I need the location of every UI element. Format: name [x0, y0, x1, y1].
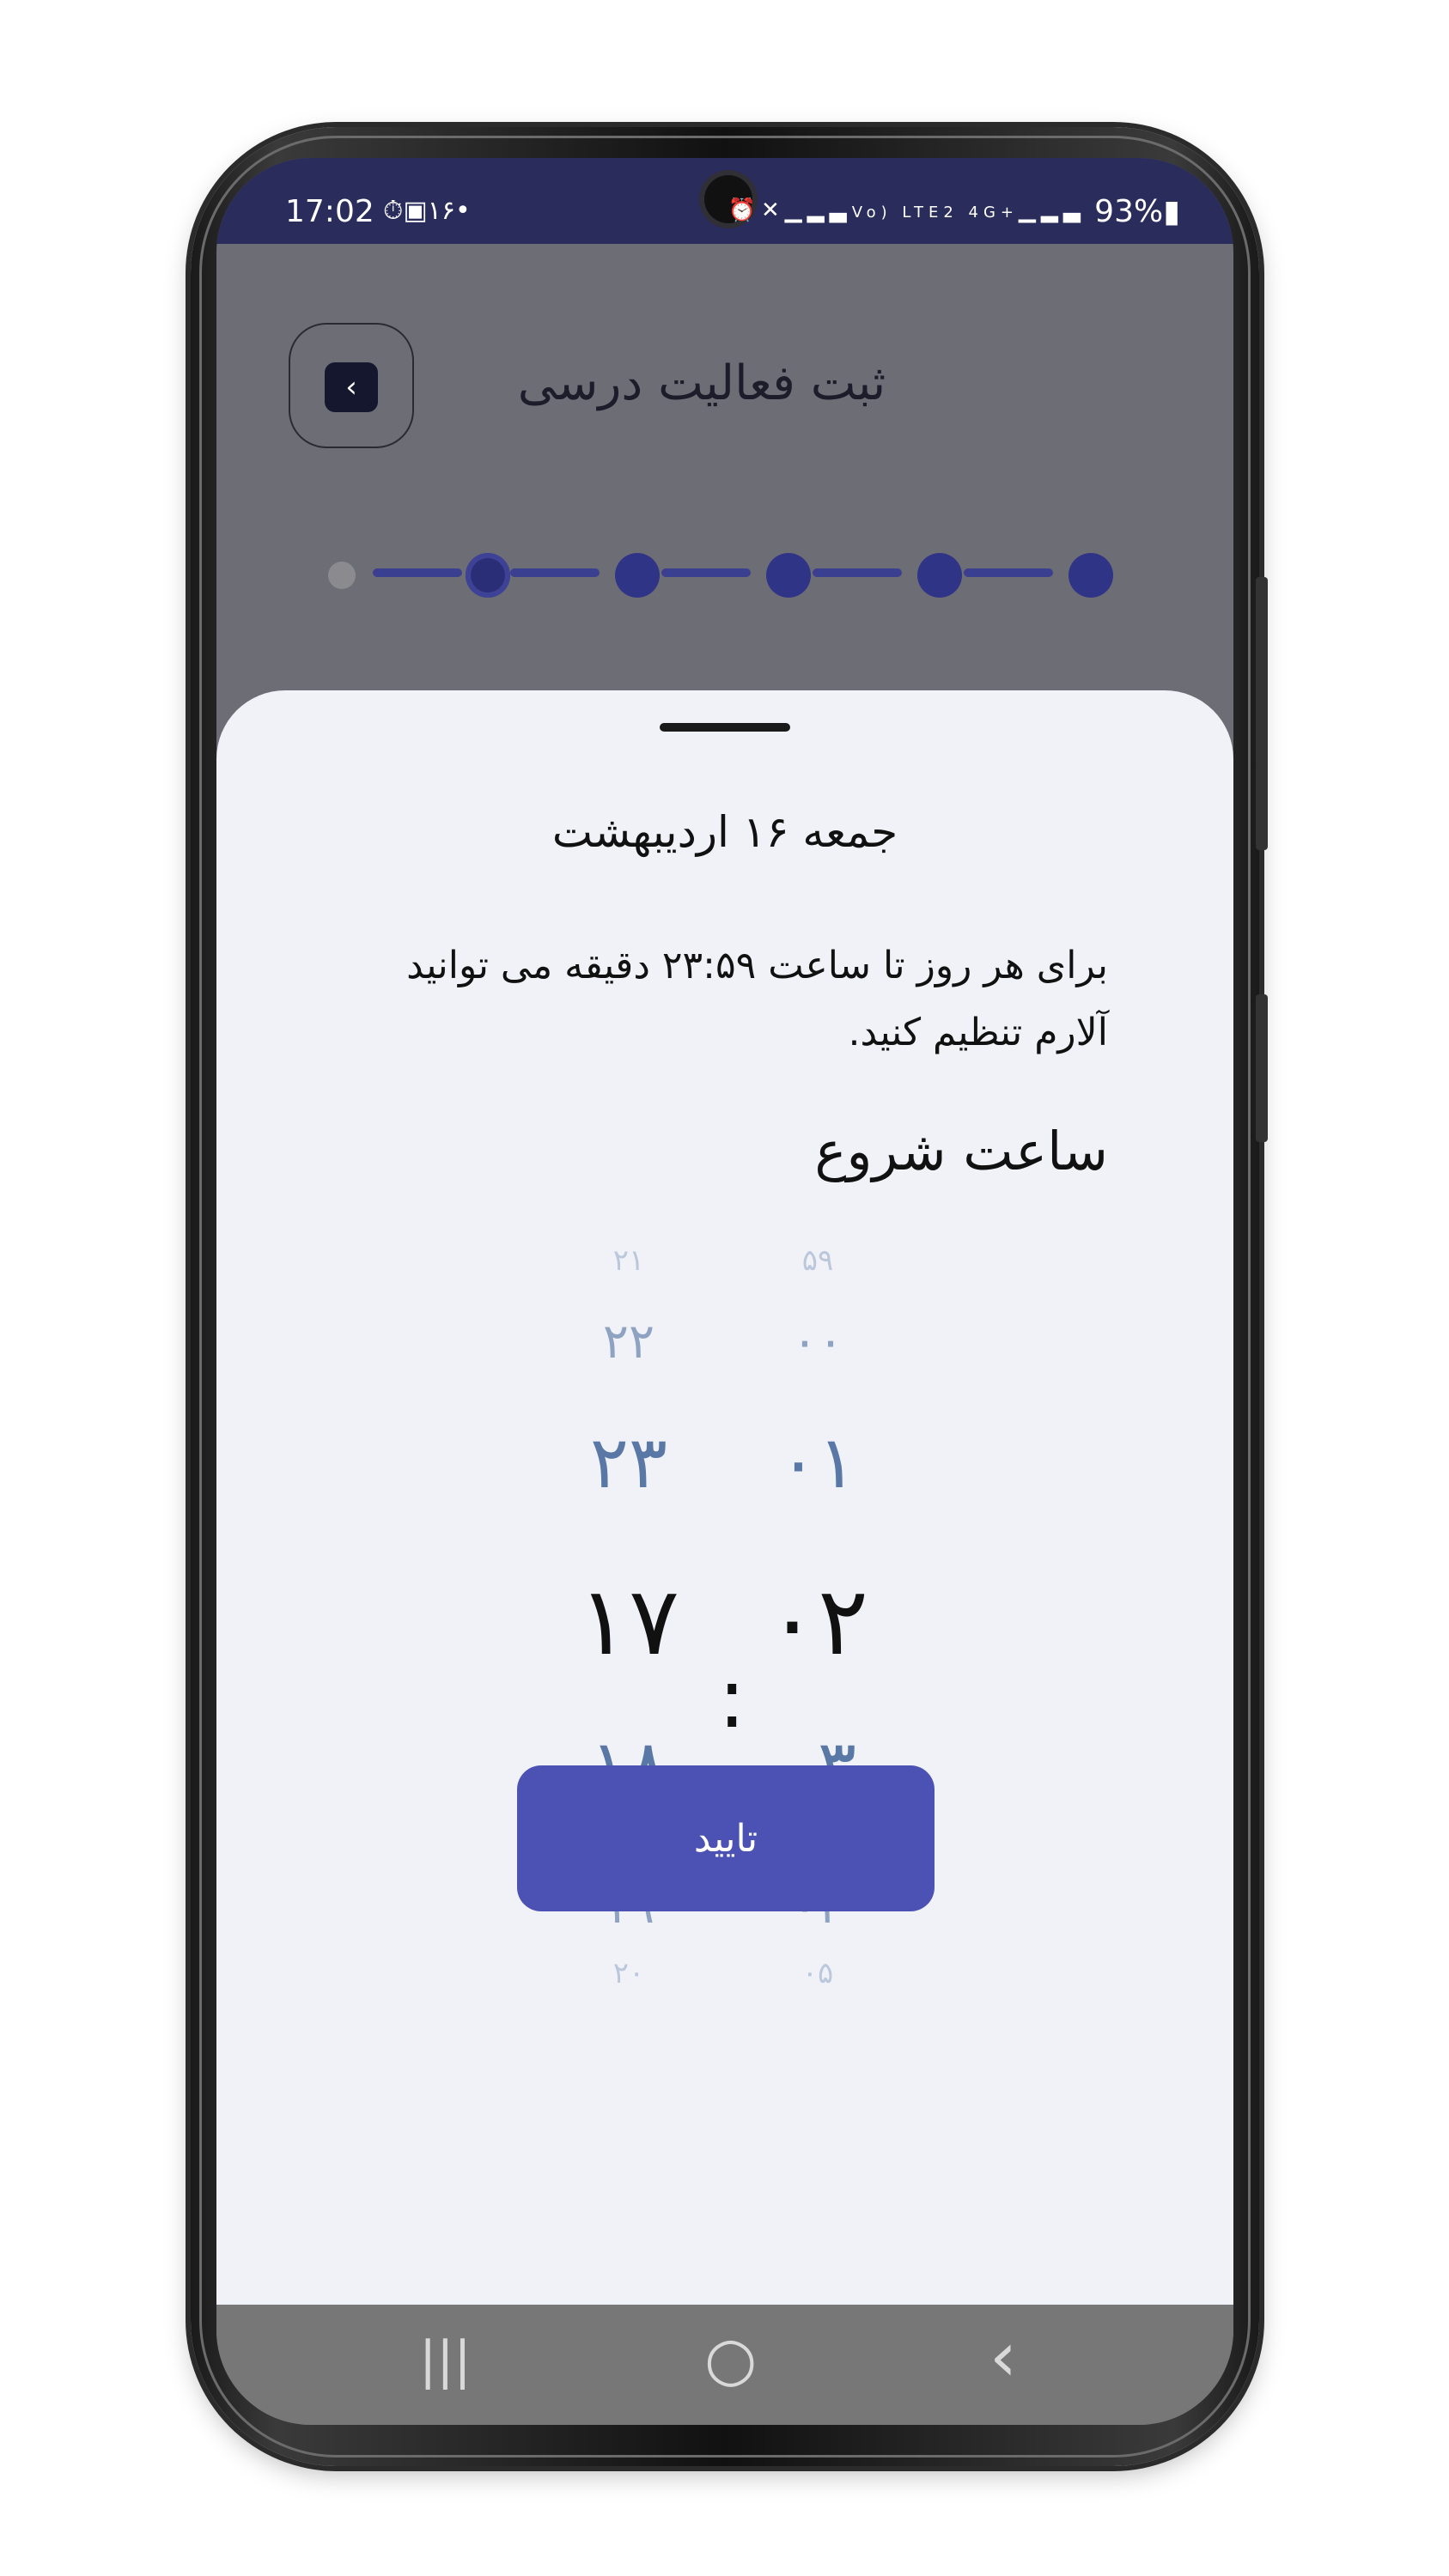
step-dot	[917, 553, 962, 598]
step-line	[813, 568, 902, 577]
battery-percent: 93%	[1094, 194, 1164, 229]
confirm-button[interactable]: تایید	[517, 1765, 935, 1911]
alarm-icon: ⏰	[728, 197, 761, 223]
network-type-label: Vo) LTE2 4G+	[851, 204, 1019, 222]
nav-back-icon[interactable]: ‹	[989, 2317, 1017, 2397]
notification-badge-icon: ۱۶	[427, 196, 455, 226]
step-line	[661, 568, 751, 577]
time-picker[interactable]: ۲۱ ۲۲ ۲۳ ۱۷ ۱۸ ۱۹ ۲۰ : ۵۹ ۰۰ ۰۱ ۰۲ ۰۳ ۰۴…	[216, 690, 1233, 2305]
step-line	[510, 568, 600, 577]
selected-hour[interactable]: ۱۷	[543, 1566, 715, 1676]
step-dot	[1068, 553, 1113, 598]
minute-option[interactable]: ۰۱	[732, 1420, 904, 1504]
hour-option[interactable]: ۲۳	[543, 1420, 715, 1504]
signal-icon: ▁▂▃	[784, 197, 852, 223]
dot-icon: •	[455, 196, 471, 226]
step-line	[964, 568, 1053, 577]
status-right-icons: ⏰✕▁▂▃Vo) LTE2 4G+▁▂▃	[728, 197, 1086, 223]
recents-icon[interactable]: |||	[419, 2330, 472, 2391]
selected-minute[interactable]: ۰۲	[732, 1566, 904, 1676]
power-button	[1256, 577, 1268, 850]
hour-option[interactable]: ۲۱	[543, 1243, 715, 1278]
home-icon[interactable]: ○	[704, 2324, 757, 2394]
android-nav-bar: ||| ○ ‹	[216, 2305, 1233, 2425]
progress-stepper	[328, 546, 1187, 598]
minute-option[interactable]: ۰۰	[732, 1314, 904, 1370]
minute-option[interactable]: ۵۹	[732, 1243, 904, 1278]
hour-option[interactable]: ۲۰	[543, 1956, 715, 1990]
step-dot	[615, 553, 660, 598]
step-line	[373, 568, 462, 577]
status-left-icons: ⏱▣۱۶•	[383, 196, 471, 226]
hour-option[interactable]: ۲۲	[543, 1314, 715, 1370]
phone-screen: 17:02 ⏱▣۱۶• ⏰✕▁▂▃Vo) LTE2 4G+▁▂▃ 93%▮ ‹ …	[216, 158, 1233, 2425]
step-dot-current	[466, 553, 510, 598]
chevron-left-icon: ‹	[325, 362, 378, 412]
timer-icon: ⏱	[383, 196, 404, 226]
gallery-icon: ▣	[403, 196, 428, 226]
step-dot	[766, 553, 811, 598]
status-bar: 17:02 ⏱▣۱۶• ⏰✕▁▂▃Vo) LTE2 4G+▁▂▃ 93%▮	[216, 158, 1233, 244]
volume-button	[1256, 994, 1268, 1142]
step-dot-start	[328, 562, 356, 589]
status-time: 17:02	[285, 194, 374, 229]
back-button[interactable]: ‹	[289, 323, 414, 448]
bottom-sheet: جمعه ۱۶ اردیبهشت برای هر روز تا ساعت ۲۳:…	[216, 690, 1233, 2305]
page-title: ثبت فعالیت درسی	[517, 355, 886, 411]
battery-icon: ▮	[1163, 194, 1180, 229]
mute-icon: ✕	[760, 197, 785, 223]
signal-icon: ▁▂▃	[1019, 197, 1086, 223]
battery-indicator: 93%▮	[1094, 194, 1180, 229]
minute-option[interactable]: ۰۵	[732, 1956, 904, 1990]
